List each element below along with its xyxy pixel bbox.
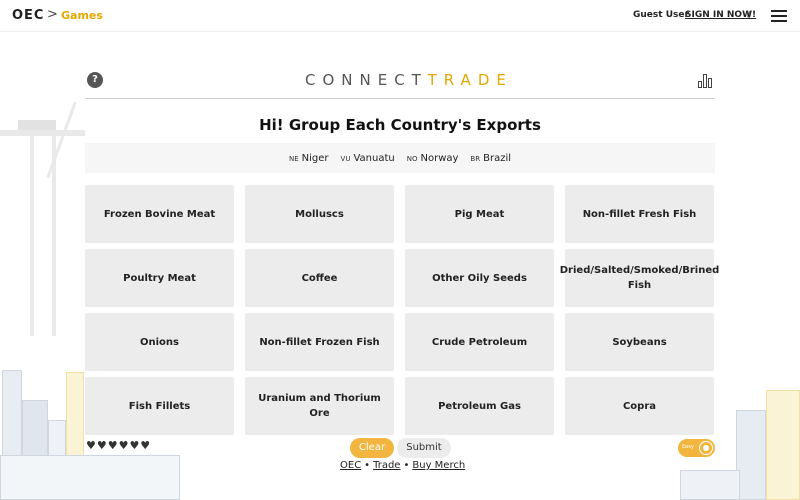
export-tile[interactable]: Uranium and Thorium Ore <box>245 377 394 435</box>
export-tile[interactable]: Soybeans <box>565 313 714 371</box>
easy-mode-toggle[interactable]: Easy <box>678 439 715 457</box>
country-name: Niger <box>301 152 329 164</box>
game-title: CONNECTTRADE <box>305 71 513 89</box>
country-code: BR <box>470 154 481 163</box>
country-code: NO <box>406 154 418 163</box>
chevron-right-icon: > <box>47 7 58 22</box>
toggle-knob <box>700 442 712 454</box>
moon-icon[interactable]: ☾ <box>746 9 756 22</box>
country-code: NE <box>289 154 299 163</box>
oec-logo[interactable]: OEC <box>12 8 44 23</box>
export-tile[interactable]: Crude Petroleum <box>405 313 554 371</box>
link-separator: • <box>403 460 410 471</box>
export-tile[interactable]: Molluscs <box>245 185 394 243</box>
top-nav: OEC > Games Guest User SIGN IN NOW! ☾ <box>0 0 800 32</box>
link-separator: • <box>364 460 371 471</box>
country-name: Brazil <box>483 152 511 164</box>
country-item: NE Niger <box>289 153 329 164</box>
toggle-label: Easy <box>682 444 694 450</box>
oec-link[interactable]: OEC <box>340 460 361 471</box>
export-tile[interactable]: Non-fillet Frozen Fish <box>245 313 394 371</box>
export-tile[interactable]: Dried/Salted/Smoked/Brined Fish <box>560 249 719 307</box>
country-list: NE Niger VU Vanuatu NO Norway BR Brazil <box>85 143 715 173</box>
trade-link[interactable]: Trade <box>373 460 400 471</box>
submit-button[interactable]: Submit <box>397 438 451 458</box>
breadcrumb-games[interactable]: Games <box>61 9 103 22</box>
export-tile[interactable]: Copra <box>565 377 714 435</box>
buy-merch-link[interactable]: Buy Merch <box>412 460 465 471</box>
export-tile[interactable]: Onions <box>85 313 234 371</box>
header-divider <box>85 98 715 99</box>
export-tile[interactable]: Non-fillet Fresh Fish <box>565 185 714 243</box>
export-tile[interactable]: Petroleum Gas <box>405 377 554 435</box>
export-tile-grid: Frozen Bovine Meat Molluscs Pig Meat Non… <box>85 185 719 435</box>
country-item: BR Brazil <box>470 153 511 164</box>
country-item: NO Norway <box>407 153 459 164</box>
help-question-icon[interactable]: ? <box>87 72 103 88</box>
clear-button[interactable]: Clear <box>350 438 394 458</box>
export-tile[interactable]: Pig Meat <box>405 185 554 243</box>
export-tile[interactable]: Fish Fillets <box>85 377 234 435</box>
export-tile[interactable]: Frozen Bovine Meat <box>85 185 234 243</box>
footer-links: OEC • Trade • Buy Merch <box>340 460 465 471</box>
country-item: VU Vanuatu <box>341 153 395 164</box>
country-name: Norway <box>420 152 459 164</box>
hamburger-menu-icon[interactable] <box>771 10 787 22</box>
export-tile[interactable]: Other Oily Seeds <box>405 249 554 307</box>
export-tile[interactable]: Coffee <box>245 249 394 307</box>
page-title: Hi! Group Each Country's Exports <box>259 116 541 134</box>
guest-user-label: Guest User <box>633 10 689 20</box>
country-code: VU <box>340 154 351 163</box>
export-tile[interactable]: Poultry Meat <box>85 249 234 307</box>
lives-hearts-icon: ♥♥♥♥♥♥ <box>86 439 152 452</box>
bar-chart-icon[interactable] <box>697 72 713 88</box>
game-title-part1: CONNECT <box>305 71 428 89</box>
game-title-part2: TRADE <box>427 71 513 89</box>
country-name: Vanuatu <box>353 152 395 164</box>
